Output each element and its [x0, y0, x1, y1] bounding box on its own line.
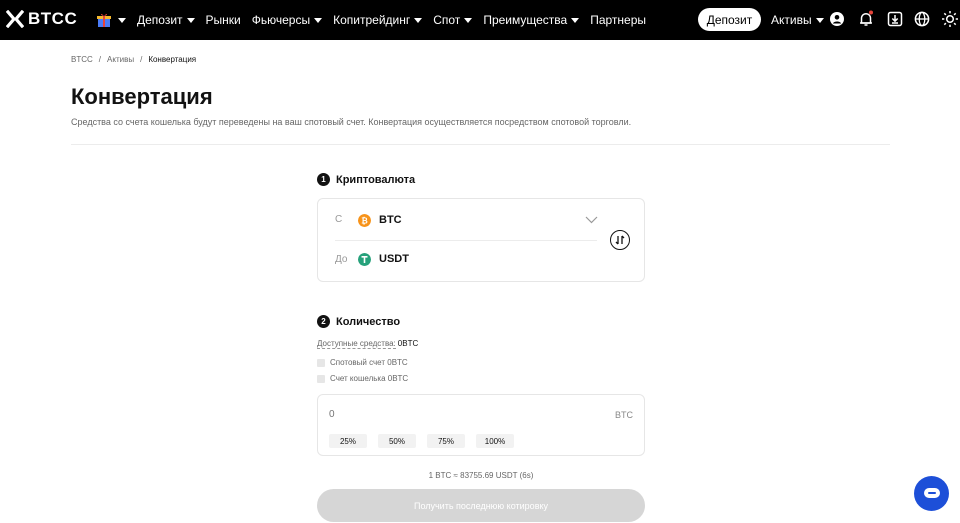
nav-partners[interactable]: Партнеры: [590, 13, 646, 27]
breadcrumb: BTCC / Активы / Конвертация: [71, 55, 202, 64]
nav-advantages[interactable]: Преимущества: [483, 13, 580, 27]
btc-coin-icon: ₿: [358, 214, 371, 227]
amount-box: BTC 25% 50% 75% 100%: [317, 394, 645, 456]
exchange-rate: 1 BTC ≈ 83755.69 USDT (6s): [428, 471, 534, 480]
nav-assets[interactable]: Активы: [771, 0, 824, 40]
wallet-account-label: Счет кошелька 0BTC: [330, 374, 409, 383]
btcc-logo-icon: [6, 10, 24, 28]
page-title: Конвертация: [71, 84, 213, 109]
amount-input[interactable]: [329, 409, 529, 420]
gift-icon: [97, 13, 111, 27]
chevron-down-icon: [186, 17, 195, 23]
sun-icon[interactable]: [941, 10, 959, 28]
divider: [71, 144, 890, 145]
row-divider: [335, 240, 597, 241]
chat-support-button[interactable]: [914, 476, 949, 511]
available-label: Доступные средства:: [317, 339, 396, 349]
from-label: С: [335, 214, 343, 225]
chevron-down-icon: [314, 17, 323, 23]
bell-icon[interactable]: [857, 10, 875, 28]
step-crypto-header: 1 Криптовалюта: [317, 173, 415, 186]
step-title: Количество: [336, 315, 401, 328]
percent-25-button[interactable]: 25%: [329, 434, 367, 448]
page-description: Средства со счета кошелька будут перевед…: [71, 117, 632, 127]
percent-50-button[interactable]: 50%: [378, 434, 416, 448]
available-value: 0BTC: [397, 339, 419, 348]
spot-account-checkbox[interactable]: [317, 358, 325, 367]
to-label: До: [335, 254, 348, 265]
spot-account-option[interactable]: Спотовый счет 0BTC: [317, 358, 408, 367]
step-title: Криптовалюта: [336, 173, 416, 186]
breadcrumb-separator: /: [140, 55, 143, 64]
percent-100-button[interactable]: 100%: [476, 434, 514, 448]
user-icon[interactable]: [828, 10, 846, 28]
brand-name: BTCC: [28, 9, 78, 28]
chevron-down-icon[interactable]: [585, 216, 598, 224]
step-number: 2: [317, 315, 330, 328]
available-funds: Доступные средства: 0BTC: [317, 339, 419, 349]
usdt-coin-icon: [358, 253, 371, 266]
chevron-down-icon: [118, 17, 126, 23]
crypto-select-card: С ₿ BTC До USDT: [317, 198, 645, 282]
chevron-down-icon: [571, 17, 580, 23]
breadcrumb-item-assets[interactable]: Активы: [107, 55, 134, 64]
nav-futures[interactable]: Фьючерсы: [252, 13, 323, 27]
chevron-down-icon: [414, 17, 423, 23]
amount-unit: BTC: [615, 410, 633, 420]
top-navbar: BTCC Депозит Рынки Фьючерсы Копитрейдинг…: [0, 0, 960, 40]
nav-deposit[interactable]: Депозит: [137, 13, 195, 27]
get-quote-button[interactable]: Получить последнюю котировку: [317, 489, 645, 522]
wallet-account-option[interactable]: Счет кошелька 0BTC: [317, 374, 408, 383]
breadcrumb-item-current: Конвертация: [148, 55, 197, 64]
nav-copytrading[interactable]: Копитрейдинг: [333, 13, 423, 27]
main-nav: Депозит Рынки Фьючерсы Копитрейдинг Спот…: [96, 0, 657, 40]
download-icon[interactable]: [886, 10, 904, 28]
chevron-down-icon: [815, 17, 824, 23]
nav-gift[interactable]: [96, 12, 126, 28]
breadcrumb-item-btcc[interactable]: BTCC: [71, 55, 93, 64]
chevron-down-icon: [464, 17, 473, 23]
globe-icon[interactable]: [913, 10, 931, 28]
to-coin[interactable]: USDT: [379, 253, 409, 265]
step-quantity-header: 2 Количество: [317, 315, 400, 328]
step-number: 1: [317, 173, 330, 186]
percent-75-button[interactable]: 75%: [427, 434, 465, 448]
wallet-account-checkbox[interactable]: [317, 374, 325, 383]
brand-logo[interactable]: BTCC: [6, 9, 77, 29]
swap-button[interactable]: [610, 230, 630, 250]
from-coin[interactable]: BTC: [379, 214, 402, 226]
spot-account-label: Спотовый счет 0BTC: [330, 358, 408, 367]
svg-text:₿: ₿: [361, 217, 368, 226]
nav-markets[interactable]: Рынки: [206, 13, 241, 27]
nav-spot[interactable]: Спот: [433, 13, 473, 27]
chat-icon: [923, 487, 940, 498]
deposit-button[interactable]: Депозит: [698, 8, 761, 31]
swap-arrows-icon: [615, 235, 625, 245]
breadcrumb-separator: /: [98, 55, 102, 64]
